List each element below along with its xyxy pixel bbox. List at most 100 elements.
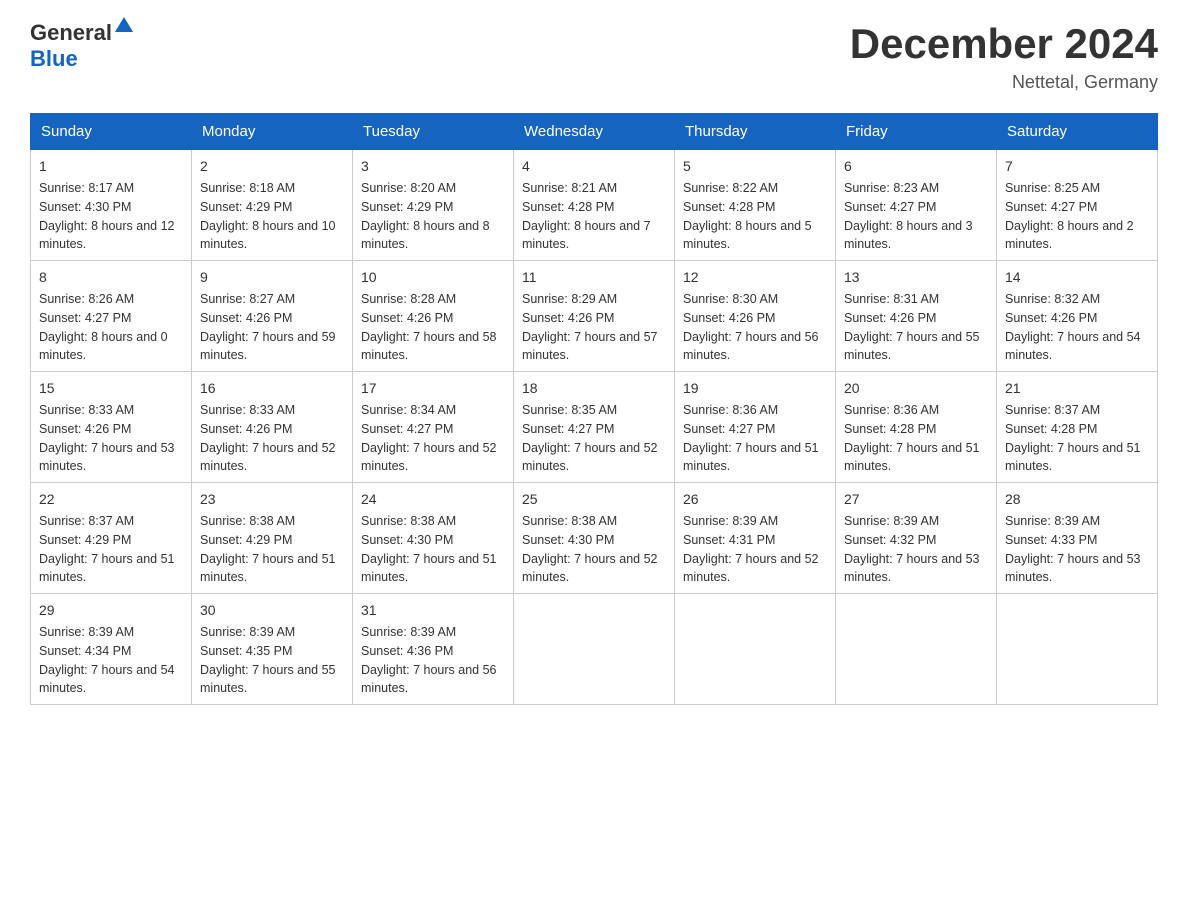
header-row: SundayMondayTuesdayWednesdayThursdayFrid… [31,114,1158,149]
day-number: 4 [522,156,666,177]
day-number: 18 [522,378,666,399]
day-header-sunday: Sunday [31,114,192,149]
day-info: Sunrise: 8:38 AMSunset: 4:29 PMDaylight:… [200,514,336,584]
calendar-cell: 10 Sunrise: 8:28 AMSunset: 4:26 PMDaylig… [353,261,514,372]
month-title: December 2024 [850,20,1158,68]
day-number: 25 [522,489,666,510]
calendar-cell: 25 Sunrise: 8:38 AMSunset: 4:30 PMDaylig… [514,483,675,594]
day-header-wednesday: Wednesday [514,114,675,149]
title-section: December 2024 Nettetal, Germany [850,20,1158,93]
day-number: 14 [1005,267,1149,288]
day-info: Sunrise: 8:34 AMSunset: 4:27 PMDaylight:… [361,403,497,473]
day-info: Sunrise: 8:39 AMSunset: 4:35 PMDaylight:… [200,625,336,695]
day-info: Sunrise: 8:22 AMSunset: 4:28 PMDaylight:… [683,181,812,251]
day-info: Sunrise: 8:38 AMSunset: 4:30 PMDaylight:… [522,514,658,584]
day-info: Sunrise: 8:39 AMSunset: 4:36 PMDaylight:… [361,625,497,695]
day-number: 23 [200,489,344,510]
calendar-cell: 1 Sunrise: 8:17 AMSunset: 4:30 PMDayligh… [31,149,192,261]
calendar-cell: 30 Sunrise: 8:39 AMSunset: 4:35 PMDaylig… [192,594,353,705]
calendar-cell: 12 Sunrise: 8:30 AMSunset: 4:26 PMDaylig… [675,261,836,372]
calendar-cell: 31 Sunrise: 8:39 AMSunset: 4:36 PMDaylig… [353,594,514,705]
calendar-cell [514,594,675,705]
day-info: Sunrise: 8:29 AMSunset: 4:26 PMDaylight:… [522,292,658,362]
day-number: 24 [361,489,505,510]
day-header-saturday: Saturday [997,114,1158,149]
day-info: Sunrise: 8:17 AMSunset: 4:30 PMDaylight:… [39,181,175,251]
day-number: 15 [39,378,183,399]
day-info: Sunrise: 8:32 AMSunset: 4:26 PMDaylight:… [1005,292,1141,362]
day-number: 27 [844,489,988,510]
day-number: 13 [844,267,988,288]
day-number: 17 [361,378,505,399]
calendar-cell: 7 Sunrise: 8:25 AMSunset: 4:27 PMDayligh… [997,149,1158,261]
logo-triangle-icon [115,17,133,32]
day-info: Sunrise: 8:25 AMSunset: 4:27 PMDaylight:… [1005,181,1134,251]
day-number: 30 [200,600,344,621]
day-info: Sunrise: 8:33 AMSunset: 4:26 PMDaylight:… [39,403,175,473]
calendar-cell: 15 Sunrise: 8:33 AMSunset: 4:26 PMDaylig… [31,372,192,483]
day-info: Sunrise: 8:18 AMSunset: 4:29 PMDaylight:… [200,181,336,251]
day-info: Sunrise: 8:36 AMSunset: 4:28 PMDaylight:… [844,403,980,473]
day-header-tuesday: Tuesday [353,114,514,149]
day-info: Sunrise: 8:23 AMSunset: 4:27 PMDaylight:… [844,181,973,251]
calendar-cell: 16 Sunrise: 8:33 AMSunset: 4:26 PMDaylig… [192,372,353,483]
calendar-cell: 27 Sunrise: 8:39 AMSunset: 4:32 PMDaylig… [836,483,997,594]
day-number: 16 [200,378,344,399]
day-info: Sunrise: 8:26 AMSunset: 4:27 PMDaylight:… [39,292,168,362]
logo-text-blue: Blue [30,46,133,72]
location: Nettetal, Germany [850,72,1158,93]
calendar-cell: 2 Sunrise: 8:18 AMSunset: 4:29 PMDayligh… [192,149,353,261]
day-number: 1 [39,156,183,177]
day-number: 6 [844,156,988,177]
calendar-cell [675,594,836,705]
calendar-cell: 22 Sunrise: 8:37 AMSunset: 4:29 PMDaylig… [31,483,192,594]
calendar-cell: 11 Sunrise: 8:29 AMSunset: 4:26 PMDaylig… [514,261,675,372]
logo-text-general: General [30,20,112,46]
day-number: 8 [39,267,183,288]
day-number: 12 [683,267,827,288]
day-info: Sunrise: 8:37 AMSunset: 4:28 PMDaylight:… [1005,403,1141,473]
day-number: 31 [361,600,505,621]
calendar-cell: 29 Sunrise: 8:39 AMSunset: 4:34 PMDaylig… [31,594,192,705]
day-info: Sunrise: 8:39 AMSunset: 4:33 PMDaylight:… [1005,514,1141,584]
day-header-thursday: Thursday [675,114,836,149]
calendar-cell: 14 Sunrise: 8:32 AMSunset: 4:26 PMDaylig… [997,261,1158,372]
day-info: Sunrise: 8:35 AMSunset: 4:27 PMDaylight:… [522,403,658,473]
day-info: Sunrise: 8:30 AMSunset: 4:26 PMDaylight:… [683,292,819,362]
day-number: 20 [844,378,988,399]
calendar-cell: 24 Sunrise: 8:38 AMSunset: 4:30 PMDaylig… [353,483,514,594]
day-number: 21 [1005,378,1149,399]
week-row-3: 15 Sunrise: 8:33 AMSunset: 4:26 PMDaylig… [31,372,1158,483]
week-row-4: 22 Sunrise: 8:37 AMSunset: 4:29 PMDaylig… [31,483,1158,594]
day-number: 28 [1005,489,1149,510]
day-info: Sunrise: 8:20 AMSunset: 4:29 PMDaylight:… [361,181,490,251]
day-number: 7 [1005,156,1149,177]
day-info: Sunrise: 8:39 AMSunset: 4:32 PMDaylight:… [844,514,980,584]
calendar-cell: 8 Sunrise: 8:26 AMSunset: 4:27 PMDayligh… [31,261,192,372]
calendar-cell: 28 Sunrise: 8:39 AMSunset: 4:33 PMDaylig… [997,483,1158,594]
day-info: Sunrise: 8:36 AMSunset: 4:27 PMDaylight:… [683,403,819,473]
calendar-cell: 6 Sunrise: 8:23 AMSunset: 4:27 PMDayligh… [836,149,997,261]
calendar-cell: 13 Sunrise: 8:31 AMSunset: 4:26 PMDaylig… [836,261,997,372]
week-row-1: 1 Sunrise: 8:17 AMSunset: 4:30 PMDayligh… [31,149,1158,261]
day-info: Sunrise: 8:39 AMSunset: 4:34 PMDaylight:… [39,625,175,695]
day-info: Sunrise: 8:33 AMSunset: 4:26 PMDaylight:… [200,403,336,473]
calendar-cell: 21 Sunrise: 8:37 AMSunset: 4:28 PMDaylig… [997,372,1158,483]
day-number: 29 [39,600,183,621]
calendar-cell: 26 Sunrise: 8:39 AMSunset: 4:31 PMDaylig… [675,483,836,594]
day-info: Sunrise: 8:21 AMSunset: 4:28 PMDaylight:… [522,181,651,251]
day-number: 22 [39,489,183,510]
day-info: Sunrise: 8:28 AMSunset: 4:26 PMDaylight:… [361,292,497,362]
day-info: Sunrise: 8:31 AMSunset: 4:26 PMDaylight:… [844,292,980,362]
day-number: 19 [683,378,827,399]
calendar-cell: 19 Sunrise: 8:36 AMSunset: 4:27 PMDaylig… [675,372,836,483]
calendar-table: SundayMondayTuesdayWednesdayThursdayFrid… [30,113,1158,705]
calendar-cell: 3 Sunrise: 8:20 AMSunset: 4:29 PMDayligh… [353,149,514,261]
calendar-cell: 5 Sunrise: 8:22 AMSunset: 4:28 PMDayligh… [675,149,836,261]
day-header-monday: Monday [192,114,353,149]
day-number: 11 [522,267,666,288]
day-info: Sunrise: 8:27 AMSunset: 4:26 PMDaylight:… [200,292,336,362]
day-number: 26 [683,489,827,510]
day-info: Sunrise: 8:39 AMSunset: 4:31 PMDaylight:… [683,514,819,584]
calendar-cell: 18 Sunrise: 8:35 AMSunset: 4:27 PMDaylig… [514,372,675,483]
